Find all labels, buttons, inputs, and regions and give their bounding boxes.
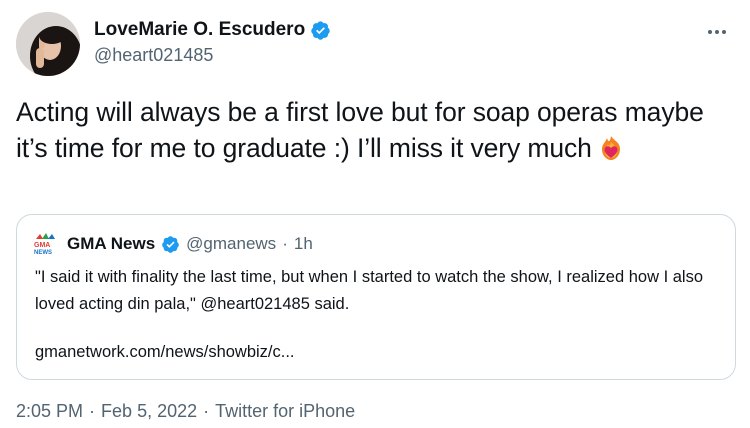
tweet-date[interactable]: Feb 5, 2022 [101, 401, 197, 422]
footer-separator: · [203, 401, 210, 421]
tweet-footer: 2:05 PM · Feb 5, 2022 · Twitter for iPho… [16, 401, 355, 422]
tweet-text: Acting will always be a first love but f… [16, 94, 731, 171]
tweet: LoveMarie O. Escudero @heart021485 Actin… [0, 0, 750, 428]
svg-text:NEWS: NEWS [34, 250, 52, 255]
tweet-header: LoveMarie O. Escudero @heart021485 [16, 12, 734, 76]
quoted-tweet-header: GMA NEWS GMA News @gmanews · 1h [33, 232, 313, 256]
author-names: LoveMarie O. Escudero @heart021485 [94, 18, 331, 66]
quoted-author-name[interactable]: GMA News [67, 234, 155, 254]
heart-on-fire-emoji [596, 134, 626, 171]
quoted-time-ago[interactable]: 1h [294, 234, 313, 254]
quoted-tweet-text: "I said it with finality the last time, … [35, 268, 704, 313]
quoted-author-handle: @gmanews [186, 234, 277, 253]
author-display-name[interactable]: LoveMarie O. Escudero [94, 19, 305, 41]
quoted-tweet-card[interactable]: GMA NEWS GMA News @gmanews · 1h "I said … [16, 214, 736, 380]
avatar[interactable] [16, 12, 80, 76]
verified-badge-icon [161, 235, 180, 254]
meta-separator: · [282, 234, 288, 253]
svg-text:GMA: GMA [34, 242, 50, 249]
quoted-tweet-link[interactable]: gmanetwork.com/news/showbiz/c... [35, 343, 295, 362]
tweet-source[interactable]: Twitter for iPhone [215, 401, 355, 422]
footer-separator: · [89, 401, 96, 421]
tweet-time[interactable]: 2:05 PM [16, 401, 83, 422]
more-options-icon[interactable] [700, 18, 734, 46]
gma-news-logo: GMA NEWS [33, 233, 61, 256]
author-handle[interactable]: @heart021485 [94, 45, 331, 66]
verified-badge-icon [310, 20, 331, 41]
